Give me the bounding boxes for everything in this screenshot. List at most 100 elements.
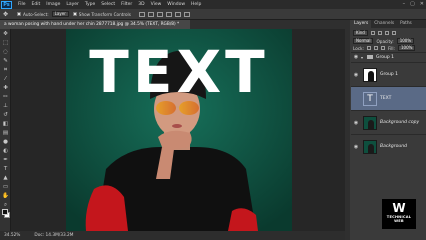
- window-controls: – ▢ ✕: [403, 1, 424, 7]
- align-center-icon[interactable]: [174, 11, 181, 17]
- panel-tabs: Layers Channels Paths: [351, 20, 426, 28]
- folder-icon: [367, 55, 374, 59]
- menu-layer[interactable]: Layer: [66, 2, 79, 7]
- menu-select[interactable]: Select: [101, 2, 115, 7]
- menu-window[interactable]: Window: [167, 2, 185, 7]
- transform-controls-checkbox[interactable]: [72, 12, 77, 16]
- shape-filter-icon[interactable]: [391, 31, 396, 35]
- history-brush-icon[interactable]: ↺: [2, 112, 9, 119]
- layer-name: TEXT: [380, 96, 392, 101]
- panel-side-strip: [345, 20, 350, 240]
- gradient-tool-icon[interactable]: ▤: [2, 130, 9, 137]
- group-name: Group 1: [376, 54, 395, 60]
- maximize-icon[interactable]: ▢: [410, 1, 415, 7]
- healing-brush-icon[interactable]: ✚: [2, 85, 9, 92]
- align-bottom-icon[interactable]: [156, 11, 163, 17]
- move-tool-icon[interactable]: ✥: [2, 31, 9, 38]
- fill-field[interactable]: 100%: [397, 45, 416, 51]
- menu-file[interactable]: File: [18, 2, 26, 7]
- eyedropper-tool-icon[interactable]: ⁄: [2, 76, 9, 83]
- minimize-icon[interactable]: –: [403, 1, 406, 7]
- layer-group-row[interactable]: ◉ ▾ Group 1: [351, 52, 426, 61]
- visibility-eye-icon[interactable]: ◉: [353, 144, 359, 150]
- transform-controls-label: Show Transform Controls: [78, 11, 131, 17]
- hand-tool-icon[interactable]: ✋: [2, 193, 9, 200]
- align-icons: [138, 11, 190, 17]
- tab-layers[interactable]: Layers: [351, 20, 372, 28]
- tab-channels[interactable]: Channels: [371, 20, 397, 28]
- lock-label: Lock:: [353, 45, 364, 51]
- menu-view[interactable]: View: [151, 2, 162, 7]
- status-bar: 34.52% Doc: 14.3M/33.2M: [0, 231, 345, 240]
- blur-tool-icon[interactable]: ●: [2, 139, 9, 146]
- pixel-filter-icon[interactable]: [370, 31, 375, 35]
- blend-row: Normal Opacity: 100%: [353, 38, 415, 44]
- align-middle-icon[interactable]: [147, 11, 154, 17]
- crop-tool-icon[interactable]: ⌗: [2, 67, 9, 74]
- options-bar: ✥ Auto-Select: Layer Show Transform Cont…: [0, 9, 426, 20]
- brush-tool-icon[interactable]: ✏: [2, 94, 9, 101]
- lock-pixels-icon[interactable]: [373, 46, 378, 50]
- type-filter-icon[interactable]: [384, 31, 389, 35]
- layer-name: Background copy: [380, 120, 420, 125]
- photoshop-logo: Ps: [1, 0, 12, 9]
- pen-tool-icon[interactable]: ✒: [2, 157, 9, 164]
- auto-select-label: Auto-Select:: [23, 11, 49, 17]
- document-tab[interactable]: a woman posing with hand under her chin …: [0, 20, 190, 29]
- clone-stamp-icon[interactable]: ⊥: [2, 103, 9, 110]
- visibility-eye-icon[interactable]: ◉: [353, 72, 359, 78]
- lock-transparency-icon[interactable]: [366, 46, 371, 50]
- expand-arrow-icon[interactable]: ▾: [361, 55, 363, 60]
- watermark-line2: WEB: [394, 219, 404, 223]
- menu-help[interactable]: Help: [191, 2, 201, 7]
- layer-row-background-copy[interactable]: ◉ Background copy: [351, 110, 426, 134]
- tab-paths[interactable]: Paths: [397, 20, 415, 28]
- layer-thumbnail: [363, 67, 377, 82]
- document-canvas[interactable]: TEXT: [66, 29, 292, 231]
- layer-name: Group 1: [380, 72, 398, 77]
- layer-row-group[interactable]: ◉ Group 1: [351, 62, 426, 86]
- shape-tool-icon[interactable]: ▭: [2, 184, 9, 191]
- zoom-tool-icon[interactable]: ⌕: [2, 202, 9, 209]
- layer-filter-row: Kind: [353, 30, 396, 36]
- auto-select-checkbox[interactable]: [17, 12, 21, 16]
- lasso-tool-icon[interactable]: ◌: [2, 49, 9, 56]
- layer-row-background[interactable]: ◉ Background: [351, 134, 426, 158]
- type-tool-icon[interactable]: T: [2, 166, 9, 173]
- menu-filter[interactable]: Filter: [121, 2, 132, 7]
- menu-type[interactable]: Type: [85, 2, 95, 7]
- layer-thumbnail: [363, 115, 377, 130]
- auto-select-dropdown[interactable]: Layer: [51, 11, 69, 17]
- fill-label: Fill:: [387, 45, 395, 51]
- toolbox: ✥ ⬚ ◌ ✎ ⌗ ⁄ ✚ ✏ ⊥ ↺ ◧ ▤ ● ◐ ✒ T ▲ ▭ ✋ ⌕: [0, 29, 11, 231]
- move-tool-icon[interactable]: ✥: [3, 11, 13, 18]
- foreground-color-swatch[interactable]: [2, 209, 8, 215]
- layer-thumbnail: [363, 139, 377, 154]
- align-left-icon[interactable]: [165, 11, 172, 17]
- quick-select-tool-icon[interactable]: ✎: [2, 58, 9, 65]
- blend-mode-dropdown[interactable]: Normal: [353, 38, 374, 44]
- adjustment-filter-icon[interactable]: [377, 31, 382, 35]
- close-icon[interactable]: ✕: [420, 1, 424, 7]
- opacity-field[interactable]: 100%: [396, 38, 415, 44]
- kind-filter-dropdown[interactable]: Kind: [353, 30, 368, 36]
- path-select-icon[interactable]: ▲: [2, 175, 9, 182]
- menu-3d[interactable]: 3D: [138, 2, 144, 7]
- visibility-eye-icon[interactable]: ◉: [353, 54, 359, 60]
- dodge-tool-icon[interactable]: ◐: [2, 148, 9, 155]
- lock-position-icon[interactable]: [380, 46, 385, 50]
- lock-row: Lock: Fill: 100%: [353, 45, 416, 51]
- type-layer-icon: T: [363, 91, 377, 106]
- menu-image[interactable]: Image: [46, 2, 60, 7]
- align-right-icon[interactable]: [183, 11, 190, 17]
- visibility-eye-icon[interactable]: ◉: [353, 120, 359, 126]
- zoom-level[interactable]: 34.52%: [4, 231, 20, 240]
- canvas-text-layer[interactable]: TEXT: [66, 43, 292, 101]
- layer-row-text[interactable]: T TEXT: [351, 86, 426, 110]
- menu-edit[interactable]: Edit: [32, 2, 41, 7]
- marquee-tool-icon[interactable]: ⬚: [2, 40, 9, 47]
- canvas-workspace: TEXT: [11, 29, 345, 231]
- align-top-icon[interactable]: [138, 11, 145, 17]
- eraser-tool-icon[interactable]: ◧: [2, 121, 9, 128]
- menu-bar: Ps File Edit Image Layer Type Select Fil…: [0, 0, 426, 9]
